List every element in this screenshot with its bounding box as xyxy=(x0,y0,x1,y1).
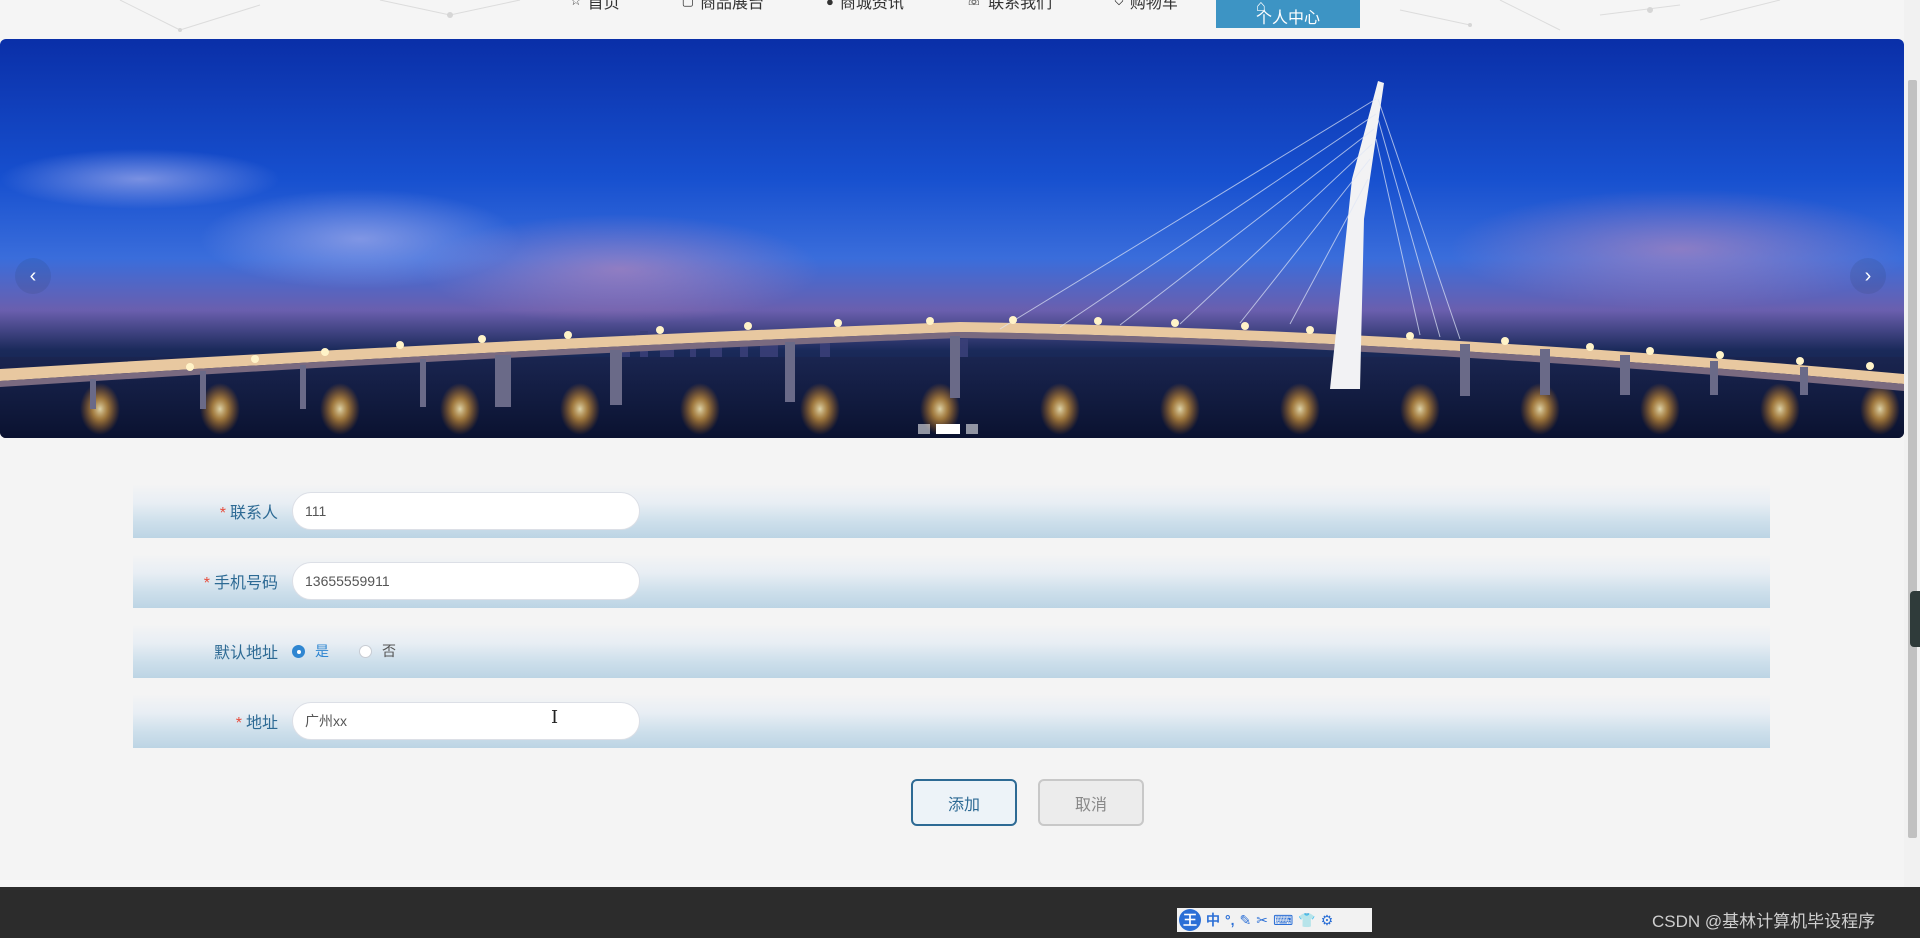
watermark: CSDN @基林计算机毕设程序 xyxy=(1652,912,1876,931)
carousel-prev-button[interactable]: ‹ xyxy=(15,258,51,294)
ime-logo-icon[interactable]: 王 xyxy=(1179,909,1201,931)
default-address-label: 默认地址 xyxy=(133,639,292,663)
footer xyxy=(0,887,1920,938)
gear-icon[interactable]: ⚙ xyxy=(1321,912,1334,929)
radio-unchecked-icon xyxy=(359,644,372,658)
nav-active-label: 个人中心 xyxy=(1255,10,1320,27)
default-address-radio-group: 是 否 xyxy=(292,641,396,661)
nav-item-products[interactable]: ▢ 商品展台 xyxy=(682,0,764,13)
phone-label: * 手机号码 xyxy=(133,569,292,593)
nav-item-home[interactable]: ☆ 首页 xyxy=(570,0,620,13)
phone-input[interactable] xyxy=(292,562,640,600)
cart-icon: ⛉ xyxy=(1114,0,1124,8)
carousel-indicator-2[interactable] xyxy=(936,424,960,434)
form-row-phone: * 手机号码 xyxy=(133,554,1770,608)
chevron-right-icon: › xyxy=(1864,264,1872,287)
bridge-night-image xyxy=(0,81,1904,438)
contact-input[interactable] xyxy=(292,492,640,530)
banner-carousel: ‹ › xyxy=(0,39,1904,438)
scissors-icon[interactable]: ✂ xyxy=(1256,912,1268,929)
nav-item-label: 商品展台 xyxy=(699,0,764,12)
address-form: *联系人 *手机号码 默认地址 是 否 xyxy=(133,484,1770,764)
nav-item-label: ⌂ 个人中心 xyxy=(1256,0,1320,28)
nav-item-label: 商城资讯 xyxy=(839,0,904,12)
nav-item-label: 联系我们 xyxy=(988,0,1053,12)
star-icon: ☆ xyxy=(570,0,582,8)
form-actions: 添加 取消 xyxy=(911,779,1144,826)
chevron-left-icon: ‹ xyxy=(29,264,37,287)
address-label-text: 地址 xyxy=(245,715,278,732)
text-cursor-icon: I xyxy=(551,707,559,728)
carousel-indicator-1[interactable] xyxy=(918,424,930,434)
box-icon: ▢ xyxy=(681,0,694,8)
nav-item-profile[interactable]: ⌂ 个人中心 xyxy=(1216,0,1360,28)
pen-icon[interactable]: ✎ xyxy=(1240,912,1252,929)
nav-items: ☆ 首页 ▢ 商品展台 ● 商城资讯 ☏ 联系我们 ⛉ 购物车 xyxy=(570,0,1240,13)
contact-label-text: 联系人 xyxy=(229,505,278,522)
nav-item-contact[interactable]: ☏ 联系我们 xyxy=(966,0,1052,13)
form-row-contact: * 联系人 xyxy=(133,484,1770,538)
ime-toolbar: 王 中 °, ✎ ✂ ⌨ 👕 ⚙ xyxy=(1177,908,1372,932)
ime-punctuation-icon[interactable]: °, xyxy=(1225,912,1235,928)
radio-yes-label: 是 xyxy=(315,643,329,659)
radio-no-label: 否 xyxy=(382,643,396,659)
info-icon: ● xyxy=(825,0,834,9)
carousel-next-button[interactable]: › xyxy=(1850,258,1886,294)
top-nav: ☆ 首页 ▢ 商品展台 ● 商城资讯 ☏ 联系我们 ⛉ 购物车 ⌂ 个人中心 xyxy=(0,0,1904,39)
radio-yes[interactable]: 是 xyxy=(292,641,329,661)
required-mark: * xyxy=(219,505,226,522)
nav-item-label: 首页 xyxy=(587,0,620,12)
radio-checked-icon xyxy=(292,644,305,658)
nav-item-label: 购物车 xyxy=(1129,0,1178,12)
side-panel-handle[interactable] xyxy=(1910,591,1920,647)
required-mark: * xyxy=(203,575,210,592)
shirt-icon[interactable]: 👕 xyxy=(1298,912,1315,929)
keyboard-icon[interactable]: ⌨ xyxy=(1273,912,1293,929)
carousel-indicators xyxy=(918,424,978,434)
phone-icon: ☏ xyxy=(965,0,983,8)
cancel-button[interactable]: 取消 xyxy=(1038,779,1144,826)
nav-item-cart[interactable]: ⛉ 购物车 xyxy=(1114,0,1178,13)
carousel-indicator-3[interactable] xyxy=(966,424,978,434)
ime-language-icon[interactable]: 中 xyxy=(1206,910,1220,930)
address-input[interactable] xyxy=(292,702,640,740)
nav-item-news[interactable]: ● 商城资讯 xyxy=(826,0,904,13)
form-row-default-address: 默认地址 是 否 xyxy=(133,624,1770,678)
form-row-address: * 地址 xyxy=(133,694,1770,748)
radio-no[interactable]: 否 xyxy=(359,641,396,661)
contact-label: * 联系人 xyxy=(133,499,292,523)
address-label: * 地址 xyxy=(133,709,292,733)
vertical-scrollbar[interactable] xyxy=(1904,0,1920,887)
scrollbar-thumb[interactable] xyxy=(1908,80,1917,838)
page: ☆ 首页 ▢ 商品展台 ● 商城资讯 ☏ 联系我们 ⛉ 购物车 ⌂ 个人中心 ‹… xyxy=(0,0,1920,938)
default-address-label-text: 默认地址 xyxy=(213,645,278,662)
required-mark: * xyxy=(235,715,242,732)
phone-label-text: 手机号码 xyxy=(213,575,278,592)
add-button[interactable]: 添加 xyxy=(911,779,1017,826)
